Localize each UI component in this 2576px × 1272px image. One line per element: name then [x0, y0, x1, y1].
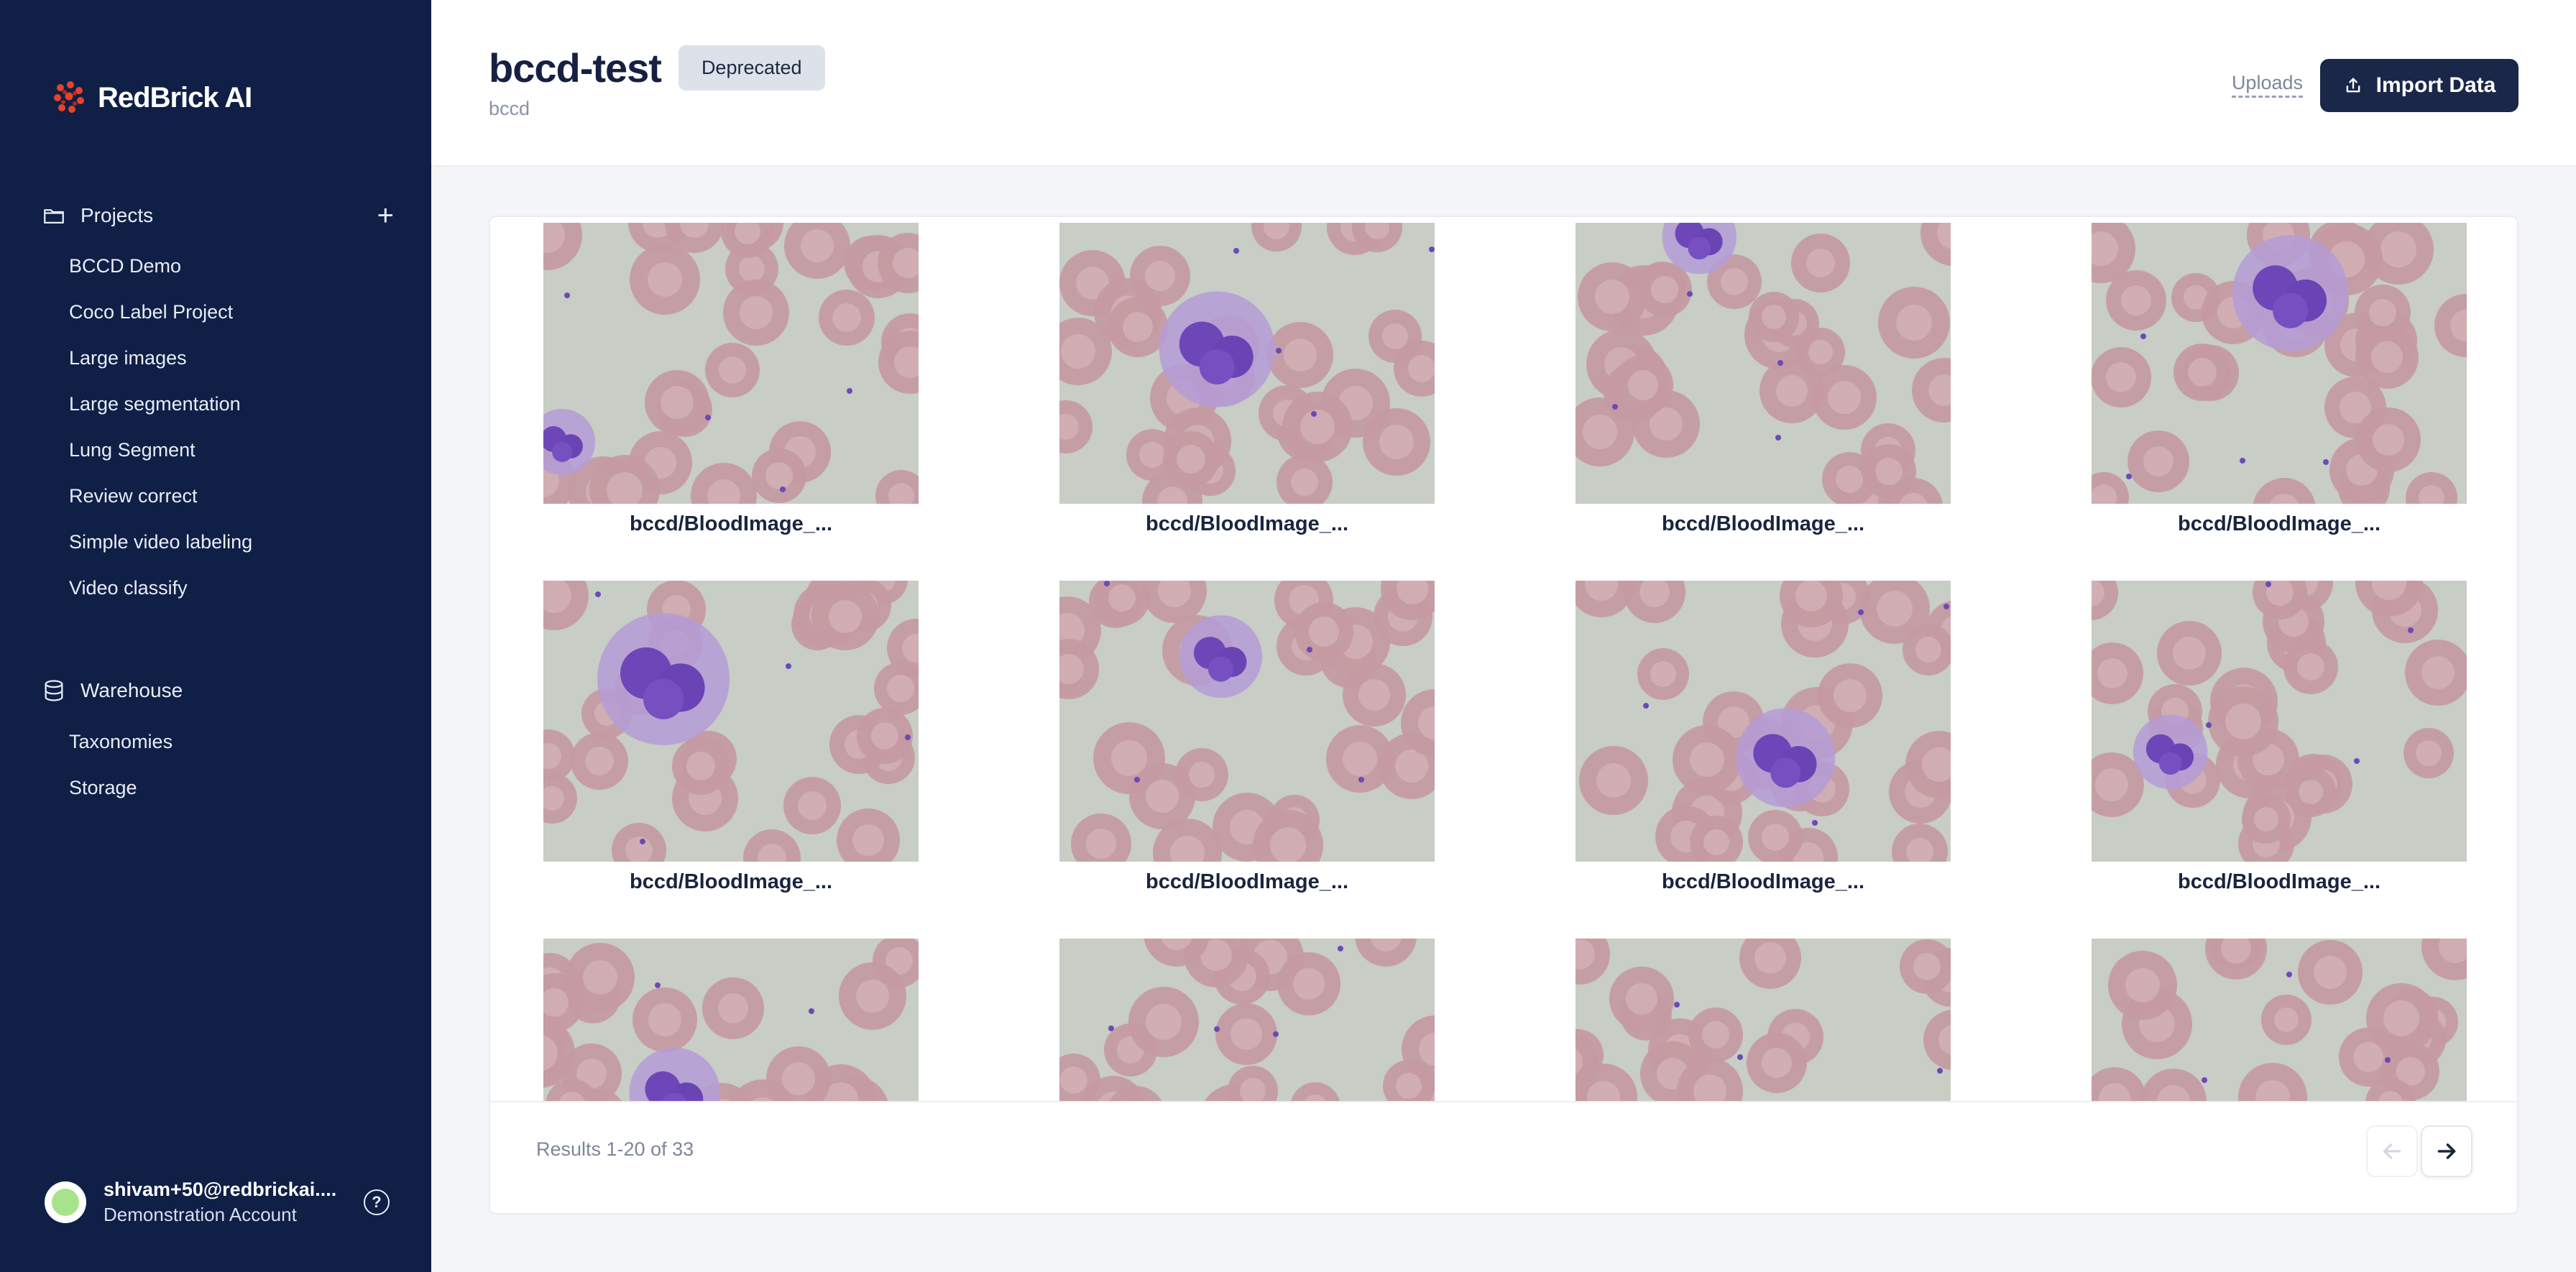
warehouse-section-header[interactable]: Warehouse — [42, 678, 394, 703]
projects-list: BCCD Demo Coco Label Project Large image… — [69, 243, 252, 611]
sidebar-item-project[interactable]: Review correct — [69, 473, 252, 519]
blood-cell-thumbnail — [1059, 581, 1435, 862]
blood-cell-thumbnail — [2092, 581, 2467, 862]
sidebar-item-project[interactable]: BCCD Demo — [69, 243, 252, 289]
arrow-left-icon — [2383, 1143, 2401, 1159]
image-tile[interactable]: bccd/BloodImage_... — [543, 223, 919, 536]
results-count: Results 1-20 of 33 — [536, 1138, 694, 1160]
blood-cell-thumbnail — [2092, 939, 2467, 1101]
dataset-card: bccd/BloodImage_... bccd/BloodImage_... bc… — [489, 216, 2518, 1215]
previous-page-button[interactable] — [2366, 1125, 2418, 1177]
user-role: Demonstration Account — [104, 1204, 297, 1225]
image-grid[interactable]: bccd/BloodImage_... bccd/BloodImage_... bc… — [490, 217, 2517, 1101]
add-project-icon[interactable]: + — [377, 201, 394, 230]
image-tile[interactable] — [543, 939, 919, 1101]
page-header: bccd-test Deprecated bccd Uploads Import… — [431, 0, 2576, 167]
warehouse-list: Taxonomies Storage — [69, 719, 172, 811]
sidebar-item-project[interactable]: Video classify — [69, 565, 252, 611]
warehouse-label: Warehouse — [80, 679, 183, 701]
image-filename: bccd/BloodImage_... — [2178, 512, 2380, 535]
import-data-label: Import Data — [2375, 73, 2496, 97]
blood-cell-thumbnail — [1576, 581, 1951, 862]
blood-cell-thumbnail — [543, 939, 919, 1101]
sidebar: RedBrick AI Projects + BCCD Demo Coco La… — [0, 0, 431, 1272]
import-data-button[interactable]: Import Data — [2320, 59, 2518, 112]
blood-cell-thumbnail — [1059, 939, 1435, 1101]
sidebar-item-project[interactable]: Coco Label Project — [69, 289, 252, 335]
uploads-link[interactable]: Uploads — [2231, 72, 2303, 98]
database-icon — [42, 678, 66, 703]
image-filename: bccd/BloodImage_... — [1662, 870, 1864, 893]
image-tile[interactable] — [1576, 939, 1951, 1101]
image-filename: bccd/BloodImage_... — [630, 870, 832, 893]
help-icon[interactable]: ? — [364, 1189, 390, 1215]
blood-cell-thumbnail — [2092, 223, 2467, 504]
sidebar-item-taxonomies[interactable]: Taxonomies — [69, 719, 172, 765]
image-tile[interactable]: bccd/BloodImage_... — [2092, 223, 2467, 536]
sidebar-item-project[interactable]: Large images — [69, 335, 252, 381]
next-page-button[interactable] — [2421, 1125, 2472, 1177]
image-filename: bccd/BloodImage_... — [1146, 512, 1348, 535]
image-tile[interactable] — [1059, 939, 1435, 1101]
blood-cell-thumbnail — [543, 581, 919, 862]
image-tile[interactable]: bccd/BloodImage_... — [1576, 581, 1951, 894]
status-badge: Deprecated — [678, 45, 825, 91]
brand-name: RedBrick AI — [98, 81, 252, 114]
sidebar-item-project[interactable]: Large segmentation — [69, 381, 252, 427]
image-filename: bccd/BloodImage_... — [1662, 512, 1864, 535]
sidebar-item-storage[interactable]: Storage — [69, 765, 172, 811]
image-tile[interactable]: bccd/BloodImage_... — [2092, 581, 2467, 894]
image-tile[interactable]: bccd/BloodImage_... — [1576, 223, 1951, 536]
blood-cell-thumbnail — [1059, 223, 1435, 504]
user-email: shivam+50@redbrickai.... — [104, 1179, 337, 1200]
image-filename: bccd/BloodImage_... — [2178, 870, 2380, 893]
page-title: bccd-test — [489, 45, 662, 91]
image-filename: bccd/BloodImage_... — [630, 512, 832, 535]
user-account[interactable]: shivam+50@redbrickai.... Demonstration A… — [45, 1179, 390, 1226]
blood-cell-thumbnail — [1576, 223, 1951, 504]
image-tile[interactable] — [2092, 939, 2467, 1101]
projects-section-header[interactable]: Projects + — [42, 201, 394, 230]
upload-icon — [2346, 78, 2360, 93]
sidebar-item-project[interactable]: Lung Segment — [69, 427, 252, 473]
folder-icon — [42, 203, 66, 228]
pagination-footer: Results 1-20 of 33 — [490, 1101, 2517, 1213]
image-filename: bccd/BloodImage_... — [1146, 870, 1348, 893]
projects-label: Projects — [80, 204, 154, 226]
arrow-right-icon — [2437, 1143, 2456, 1159]
brand-logo[interactable]: RedBrick AI — [50, 79, 252, 116]
page-subtitle: bccd — [489, 98, 530, 119]
blood-cell-thumbnail — [543, 223, 919, 504]
sidebar-item-project[interactable]: Simple video labeling — [69, 519, 252, 565]
redbrick-logo-icon — [54, 81, 84, 113]
image-tile[interactable]: bccd/BloodImage_... — [1059, 581, 1435, 894]
image-tile[interactable]: bccd/BloodImage_... — [543, 581, 919, 894]
avatar — [45, 1181, 86, 1223]
image-tile[interactable]: bccd/BloodImage_... — [1059, 223, 1435, 536]
blood-cell-thumbnail — [1576, 939, 1951, 1101]
